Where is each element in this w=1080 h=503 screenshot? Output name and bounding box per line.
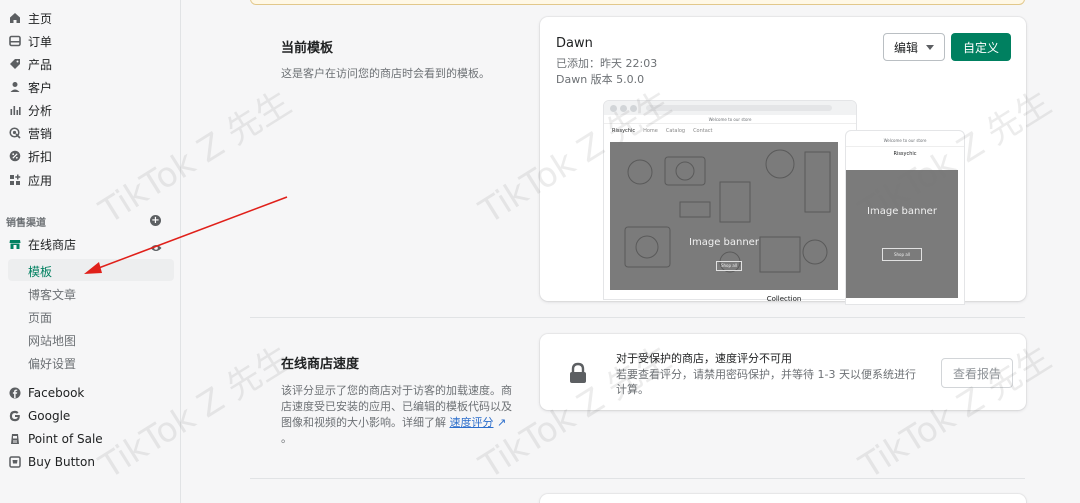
sidebar-item-online-store[interactable]: 在线商店 (8, 233, 76, 255)
edit-label: 编辑 (893, 40, 918, 55)
tag-icon (8, 57, 22, 71)
sub-item-navigation[interactable]: 网站地图 (28, 332, 76, 349)
sidebar-item-label: 客户 (28, 80, 53, 95)
store-icon (8, 237, 22, 251)
sidebar-item-apps[interactable]: 应用 (8, 169, 52, 191)
speed-score-link[interactable]: 速度评分 (450, 416, 494, 429)
preview-nav-link: Catalog (665, 128, 686, 134)
apps-icon (8, 173, 22, 187)
current-theme-title: 当前模板 (281, 41, 334, 56)
sidebar-item-analytics[interactable]: 分析 (8, 99, 52, 121)
discount-icon (8, 149, 22, 163)
sub-item-pages[interactable]: 页面 (28, 309, 52, 326)
sidebar-item-orders[interactable]: 订单 (8, 30, 52, 52)
sidebar-item-label: 分析 (28, 103, 53, 118)
sidebar-item-label: 订单 (28, 34, 53, 49)
notice-banner (250, 0, 1025, 5)
sub-item-blog-posts[interactable]: 博客文章 (28, 286, 76, 303)
analytics-icon (8, 103, 22, 117)
preview-banner-button: Shop all (716, 261, 742, 271)
theme-name: Dawn (556, 36, 593, 51)
theme-version: Dawn 版本 5.0.0 (556, 73, 645, 86)
preview-banner-label: Image banner (689, 237, 759, 248)
sidebar-item-products[interactable]: 产品 (8, 53, 52, 75)
sidebar-item-buy-button[interactable]: Buy Button (8, 451, 95, 473)
customize-button[interactable]: 自定义 (951, 33, 1011, 61)
sidebar-item-home[interactable]: 主页 (8, 7, 52, 29)
caret-down-icon (926, 44, 934, 50)
pos-icon (8, 432, 22, 446)
add-channel-button[interactable]: + (150, 215, 161, 226)
marketing-icon (8, 126, 22, 140)
sales-channels-header: 销售渠道 (6, 218, 46, 229)
sidebar-item-label: Buy Button (28, 455, 95, 469)
current-theme-description: 这是客户在访问您的商店时会看到的模板。 (281, 67, 490, 80)
sidebar-item-label: Facebook (28, 386, 85, 400)
edit-dropdown-button[interactable]: 编辑 (883, 33, 945, 61)
sub-item-themes[interactable]: 模板 (28, 263, 52, 280)
orders-icon (8, 34, 22, 48)
preview-bottom-text: Collection (766, 295, 802, 303)
sidebar-item-facebook[interactable]: Facebook (8, 382, 84, 404)
home-icon (8, 11, 22, 25)
preview-banner-button-mobile: Shop all (882, 248, 922, 261)
sidebar-item-label: 主页 (28, 11, 53, 26)
view-store-eye-icon[interactable] (150, 239, 162, 251)
sidebar-item-discounts[interactable]: 折扣 (8, 145, 52, 167)
person-icon (8, 80, 22, 94)
store-speed-desc-suffix: 。 (281, 432, 292, 445)
section-divider (250, 317, 1025, 318)
sidebar-item-customers[interactable]: 客户 (8, 76, 52, 98)
facebook-icon (8, 386, 22, 400)
store-speed-description: 该评分显示了您的商店对于访客的加载速度。商店速度受已安装的应用、已编辑的模板代码… (281, 383, 513, 447)
sidebar-item-label: 应用 (28, 173, 53, 188)
preview-image-banner: Image banner Shop all (610, 142, 838, 290)
theme-added: 已添加：昨天 22:03 (556, 57, 658, 70)
section-divider (250, 478, 1025, 479)
sidebar-item-label: 产品 (28, 57, 53, 72)
google-icon (8, 409, 22, 423)
sidebar-item-label: 折扣 (28, 149, 53, 164)
sidebar-item-google[interactable]: Google (8, 405, 70, 427)
sidebar-item-marketing[interactable]: 营销 (8, 122, 52, 144)
sub-item-preferences[interactable]: 偏好设置 (28, 355, 76, 372)
next-card (540, 494, 1026, 503)
preview-nav-link: Contact (693, 128, 713, 134)
sidebar-item-label: Google (28, 409, 71, 423)
buy-button-icon (8, 455, 22, 469)
sidebar-item-label: 营销 (28, 126, 53, 141)
sidebar-item-label: 在线商店 (28, 237, 77, 252)
